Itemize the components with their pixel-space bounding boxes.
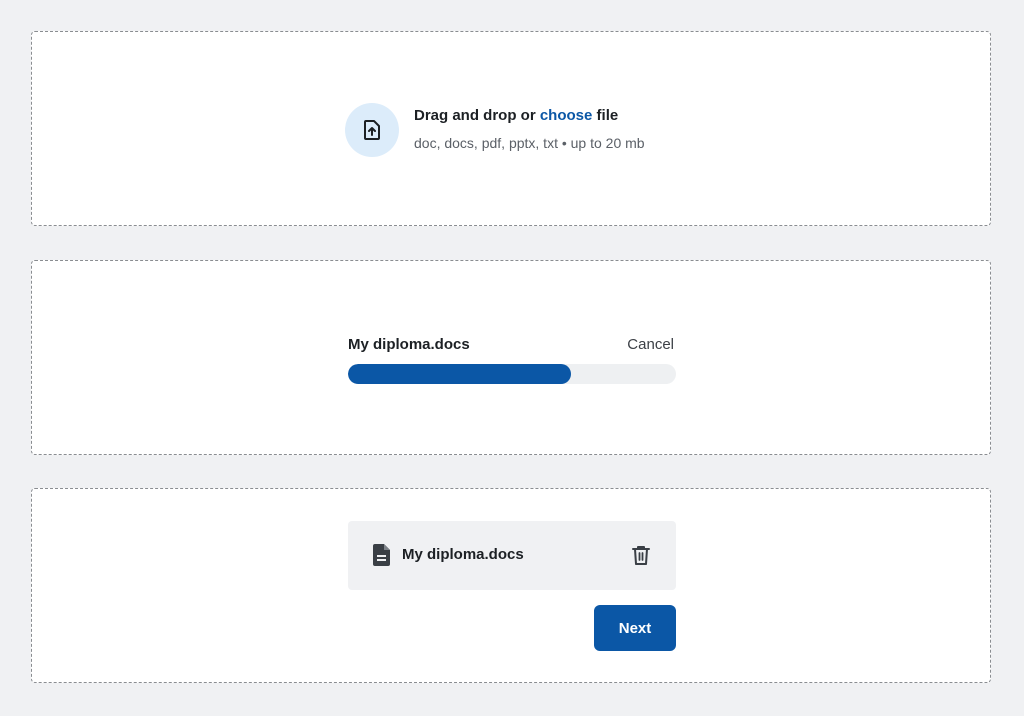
upload-file-hint: doc, docs, pdf, pptx, txt • up to 20 mb — [414, 135, 645, 151]
progress-file-name: My diploma.docs — [348, 336, 470, 353]
next-button[interactable]: Next — [594, 605, 676, 651]
upload-instruction: Drag and drop or choose file — [414, 107, 618, 124]
choose-file-link[interactable]: choose — [540, 107, 593, 124]
file-upload-icon — [364, 120, 380, 140]
upload-icon-circle[interactable] — [345, 103, 399, 157]
upload-title-prefix: Drag and drop or — [414, 107, 540, 124]
uploaded-file-card: My diploma.docs — [348, 521, 676, 590]
upload-progress-panel: My diploma.docs Cancel — [31, 260, 991, 455]
cancel-upload-button[interactable]: Cancel — [627, 336, 674, 353]
upload-progress-fill — [348, 364, 572, 384]
upload-title-suffix: file — [592, 107, 619, 124]
trash-icon[interactable] — [630, 544, 652, 566]
upload-progress-bar — [348, 364, 676, 384]
document-icon — [373, 544, 390, 566]
uploaded-file-name: My diploma.docs — [402, 546, 524, 563]
upload-dropzone[interactable]: Drag and drop or choose file doc, docs, … — [31, 31, 991, 226]
uploaded-file-panel: My diploma.docs Next — [31, 488, 991, 683]
